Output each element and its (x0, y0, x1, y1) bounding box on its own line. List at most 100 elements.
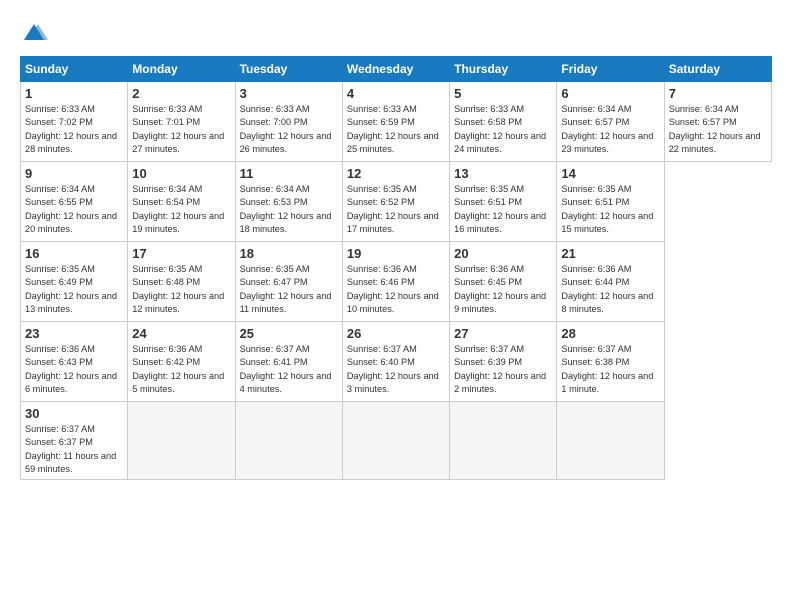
calendar-cell (235, 402, 342, 480)
sunset-label: Sunset: 6:59 PM (347, 117, 415, 127)
calendar-cell: 10Sunrise: 6:34 AMSunset: 6:54 PMDayligh… (128, 162, 235, 242)
calendar-cell (342, 402, 449, 480)
daylight-label: Daylight: 12 hours and 13 minutes. (25, 291, 117, 314)
sunrise-label: Sunrise: 6:34 AM (25, 184, 95, 194)
sunset-label: Sunset: 6:58 PM (454, 117, 522, 127)
sunrise-label: Sunrise: 6:37 AM (347, 344, 417, 354)
sunset-label: Sunset: 6:38 PM (561, 357, 629, 367)
day-info: Sunrise: 6:35 AMSunset: 6:47 PMDaylight:… (240, 263, 338, 316)
day-number: 9 (25, 166, 123, 181)
sunset-label: Sunset: 6:47 PM (240, 277, 308, 287)
sunset-label: Sunset: 6:44 PM (561, 277, 629, 287)
daylight-label: Daylight: 12 hours and 8 minutes. (561, 291, 653, 314)
day-number: 3 (240, 86, 338, 101)
daylight-label: Daylight: 12 hours and 25 minutes. (347, 131, 439, 154)
sunset-label: Sunset: 6:46 PM (347, 277, 415, 287)
sunset-label: Sunset: 6:40 PM (347, 357, 415, 367)
daylight-label: Daylight: 12 hours and 9 minutes. (454, 291, 546, 314)
day-header-friday: Friday (557, 57, 664, 82)
day-info: Sunrise: 6:34 AMSunset: 6:57 PMDaylight:… (669, 103, 767, 156)
day-number: 25 (240, 326, 338, 341)
calendar-cell (557, 402, 664, 480)
day-info: Sunrise: 6:34 AMSunset: 6:53 PMDaylight:… (240, 183, 338, 236)
sunset-label: Sunset: 6:57 PM (561, 117, 629, 127)
daylight-label: Daylight: 12 hours and 22 minutes. (669, 131, 761, 154)
calendar-cell: 4 Sunrise: 6:33 AM Sunset: 6:59 PM Daylight… (342, 82, 449, 162)
daylight-label: Daylight: 12 hours and 16 minutes. (454, 211, 546, 234)
sunset-label: Sunset: 6:51 PM (454, 197, 522, 207)
day-number: 16 (25, 246, 123, 261)
day-info: Sunrise: 6:33 AM Sunset: 6:59 PM Daylight:… (347, 103, 445, 156)
sunrise-label: Sunrise: 6:33 AM (347, 104, 417, 114)
day-number: 26 (347, 326, 445, 341)
calendar-cell: 11Sunrise: 6:34 AMSunset: 6:53 PMDayligh… (235, 162, 342, 242)
day-info: Sunrise: 6:35 AMSunset: 6:51 PMDaylight:… (561, 183, 659, 236)
daylight-label: Daylight: 12 hours and 18 minutes. (240, 211, 332, 234)
sunrise-label: Sunrise: 6:37 AM (240, 344, 310, 354)
day-number: 27 (454, 326, 552, 341)
sunset-label: Sunset: 6:42 PM (132, 357, 200, 367)
page: SundayMondayTuesdayWednesdayThursdayFrid… (0, 0, 792, 612)
sunset-label: Sunset: 6:43 PM (25, 357, 93, 367)
sunrise-label: Sunrise: 6:33 AM (25, 104, 95, 114)
sunset-label: Sunset: 6:54 PM (132, 197, 200, 207)
daylight-label: Daylight: 12 hours and 23 minutes. (561, 131, 653, 154)
daylight-label: Daylight: 12 hours and 6 minutes. (25, 371, 117, 394)
sunrise-label: Sunrise: 6:34 AM (132, 184, 202, 194)
calendar-cell: 9 Sunrise: 6:34 AMSunset: 6:55 PMDaylight… (21, 162, 128, 242)
daylight-label: Daylight: 12 hours and 10 minutes. (347, 291, 439, 314)
calendar-cell: 19Sunrise: 6:36 AMSunset: 6:46 PMDayligh… (342, 242, 449, 322)
sunrise-label: Sunrise: 6:33 AM (132, 104, 202, 114)
day-number: 4 (347, 86, 445, 101)
calendar-cell: 18 Sunrise: 6:35 AMSunset: 6:47 PMDayligh… (235, 242, 342, 322)
day-info: Sunrise: 6:36 AMSunset: 6:44 PMDaylight:… (561, 263, 659, 316)
daylight-label: Daylight: 12 hours and 1 minute. (561, 371, 653, 394)
calendar-cell: 6Sunrise: 6:34 AMSunset: 6:57 PMDaylight… (557, 82, 664, 162)
sunset-label: Sunset: 7:02 PM (25, 117, 93, 127)
day-header-monday: Monday (128, 57, 235, 82)
calendar-cell: 14Sunrise: 6:35 AMSunset: 6:51 PMDayligh… (557, 162, 664, 242)
day-info: Sunrise: 6:33 AM Sunset: 7:02 PM Daylight:… (25, 103, 123, 156)
calendar-cell: 26 Sunrise: 6:37 AM Sunset: 6:40 PM Dayligh… (342, 322, 449, 402)
day-number: 13 (454, 166, 552, 181)
sunset-label: Sunset: 6:52 PM (347, 197, 415, 207)
sunset-label: Sunset: 6:41 PM (240, 357, 308, 367)
sunset-label: Sunset: 7:00 PM (240, 117, 308, 127)
calendar-cell: 3Sunrise: 6:33 AMSunset: 7:00 PMDaylight… (235, 82, 342, 162)
day-info: Sunrise: 6:34 AM Sunset: 6:54 PM Daylight:… (132, 183, 230, 236)
day-number: 12 (347, 166, 445, 181)
day-info: Sunrise: 6:36 AMSunset: 6:46 PMDaylight:… (347, 263, 445, 316)
day-info: Sunrise: 6:33 AMSunset: 7:01 PMDaylight:… (132, 103, 230, 156)
sunrise-label: Sunrise: 6:37 AM (25, 424, 95, 434)
day-info: Sunrise: 6:37 AMSunset: 6:39 PMDaylight:… (454, 343, 552, 396)
day-number: 18 (240, 246, 338, 261)
day-info: Sunrise: 6:37 AM Sunset: 6:40 PM Daylight:… (347, 343, 445, 396)
calendar-cell: 24Sunrise: 6:36 AMSunset: 6:42 PMDayligh… (128, 322, 235, 402)
daylight-label: Daylight: 12 hours and 3 minutes. (347, 371, 439, 394)
sunrise-label: Sunrise: 6:35 AM (132, 264, 202, 274)
daylight-label: Daylight: 12 hours and 19 minutes. (132, 211, 224, 234)
calendar-cell (128, 402, 235, 480)
sunrise-label: Sunrise: 6:35 AM (347, 184, 417, 194)
daylight-label: Daylight: 12 hours and 2 minutes. (454, 371, 546, 394)
day-number: 17 (132, 246, 230, 261)
week-row-5: 30Sunrise: 6:37 AMSunset: 6:37 PMDayligh… (21, 402, 772, 480)
day-header-saturday: Saturday (664, 57, 771, 82)
sunset-label: Sunset: 7:01 PM (132, 117, 200, 127)
day-number: 21 (561, 246, 659, 261)
sunset-label: Sunset: 6:49 PM (25, 277, 93, 287)
daylight-label: Daylight: 12 hours and 28 minutes. (25, 131, 117, 154)
daylight-label: Daylight: 12 hours and 20 minutes. (25, 211, 117, 234)
sunset-label: Sunset: 6:57 PM (669, 117, 737, 127)
sunrise-label: Sunrise: 6:35 AM (561, 184, 631, 194)
daylight-label: Daylight: 12 hours and 11 minutes. (240, 291, 332, 314)
day-info: Sunrise: 6:35 AMSunset: 6:49 PMDaylight:… (25, 263, 123, 316)
sunset-label: Sunset: 6:45 PM (454, 277, 522, 287)
sunset-label: Sunset: 6:37 PM (25, 437, 93, 447)
day-info: Sunrise: 6:35 AMSunset: 6:52 PMDaylight:… (347, 183, 445, 236)
day-info: Sunrise: 6:36 AMSunset: 6:43 PMDaylight:… (25, 343, 123, 396)
day-info: Sunrise: 6:34 AMSunset: 6:55 PMDaylight:… (25, 183, 123, 236)
day-info: Sunrise: 6:36 AMSunset: 6:45 PMDaylight:… (454, 263, 552, 316)
day-header-wednesday: Wednesday (342, 57, 449, 82)
daylight-label: Daylight: 12 hours and 24 minutes. (454, 131, 546, 154)
